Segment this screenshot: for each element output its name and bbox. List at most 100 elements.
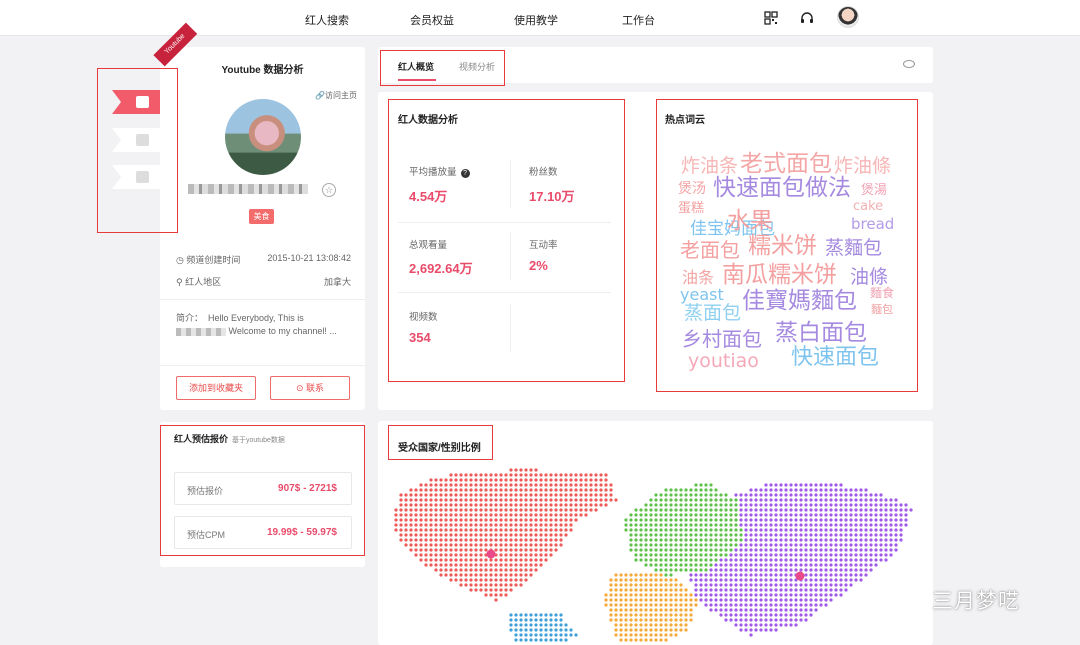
map-dot (564, 528, 568, 532)
map-dot (759, 578, 763, 582)
nav-tutorial[interactable]: 使用教学 (514, 12, 558, 28)
map-dot (614, 588, 618, 592)
help-icon[interactable]: ? (460, 169, 470, 178)
platform-tab-2[interactable] (112, 128, 162, 152)
map-dot (519, 498, 523, 502)
map-dot (469, 543, 473, 547)
map-dot (504, 583, 508, 587)
map-dot (859, 493, 863, 497)
map-dot (399, 503, 403, 507)
map-dot (814, 603, 818, 607)
map-dot (764, 553, 768, 557)
map-dot (489, 528, 493, 532)
map-dot (489, 488, 493, 492)
hide-eye-icon[interactable] (903, 60, 915, 68)
avg-views-label: 平均播放量? (409, 164, 470, 178)
map-dot (519, 518, 523, 522)
map-dot (744, 543, 748, 547)
map-dot (749, 563, 753, 567)
platform-tab-youtube[interactable] (112, 90, 162, 114)
map-dot (629, 628, 633, 632)
user-avatar[interactable] (837, 6, 859, 28)
followers-value: 17.10万 (529, 189, 575, 204)
favorite-star-icon[interactable]: ☆ (322, 183, 336, 197)
map-dot (664, 513, 668, 517)
tab-overview[interactable]: 红人概览 (398, 60, 434, 73)
map-dot (444, 483, 448, 487)
map-dot (489, 593, 493, 597)
map-dot (669, 553, 673, 557)
nav-influencer-search[interactable]: 红人搜索 (305, 12, 349, 28)
map-dot (719, 548, 723, 552)
map-dot (864, 553, 868, 557)
map-dot (799, 553, 803, 557)
map-dot (454, 493, 458, 497)
contact-button[interactable]: ⊙ 联系 (270, 376, 350, 400)
map-dot (489, 543, 493, 547)
map-dot (434, 518, 438, 522)
map-dot (469, 478, 473, 482)
map-dot (639, 528, 643, 532)
map-dot (874, 538, 878, 542)
map-dot (434, 493, 438, 497)
add-to-favorites-button[interactable]: 添加到收藏夹 (176, 376, 256, 400)
map-dot (809, 523, 813, 527)
profile-card: Youtube 数据分析 🔗访问主页 ☆ 美食 ◷ 频道创建时间 2015-10… (160, 47, 365, 410)
map-dot (439, 558, 443, 562)
map-dot (859, 573, 863, 577)
map-dot (859, 558, 863, 562)
map-dot (789, 543, 793, 547)
map-dot (559, 488, 563, 492)
map-dot (734, 558, 738, 562)
map-dot (719, 593, 723, 597)
map-dot (759, 538, 763, 542)
map-dot (494, 473, 498, 477)
map-dot (734, 598, 738, 602)
map-dot (544, 478, 548, 482)
map-dot (749, 518, 753, 522)
map-dot (694, 523, 698, 527)
qrcode-icon[interactable] (763, 10, 779, 26)
platform-tab-3[interactable] (112, 165, 162, 189)
map-dot (714, 593, 718, 597)
map-dot (754, 588, 758, 592)
map-dot (804, 513, 808, 517)
map-dot (644, 518, 648, 522)
map-dot (774, 618, 778, 622)
map-dot (529, 478, 533, 482)
map-dot (709, 583, 713, 587)
map-dot (534, 543, 538, 547)
map-dot (569, 508, 573, 512)
map-dot (434, 508, 438, 512)
map-dot (689, 558, 693, 562)
map-dot (434, 533, 438, 537)
map-dot (464, 568, 468, 572)
map-dot (824, 583, 828, 587)
headset-icon[interactable] (799, 10, 815, 26)
map-dot (839, 573, 843, 577)
map-dot (754, 518, 758, 522)
map-dot (579, 488, 583, 492)
map-dot (404, 503, 408, 507)
nav-workbench[interactable]: 工作台 (622, 12, 655, 28)
map-dot (514, 583, 518, 587)
map-dot (474, 573, 478, 577)
map-dot (574, 518, 578, 522)
map-dot (829, 493, 833, 497)
map-dot (769, 598, 773, 602)
map-dot (674, 558, 678, 562)
map-dot (634, 633, 638, 637)
map-dot (549, 543, 553, 547)
map-dot (829, 553, 833, 557)
map-dot (669, 523, 673, 527)
map-dot (509, 533, 513, 537)
map-dot (754, 503, 758, 507)
map-dot (604, 473, 608, 477)
visit-homepage-link[interactable]: 🔗访问主页 (315, 90, 357, 101)
tab-video-analysis[interactable]: 视频分析 (459, 60, 495, 73)
map-dot (799, 513, 803, 517)
nav-member-benefits[interactable]: 会员权益 (410, 12, 454, 28)
map-dot (879, 508, 883, 512)
map-dot (874, 548, 878, 552)
map-dot (779, 513, 783, 517)
